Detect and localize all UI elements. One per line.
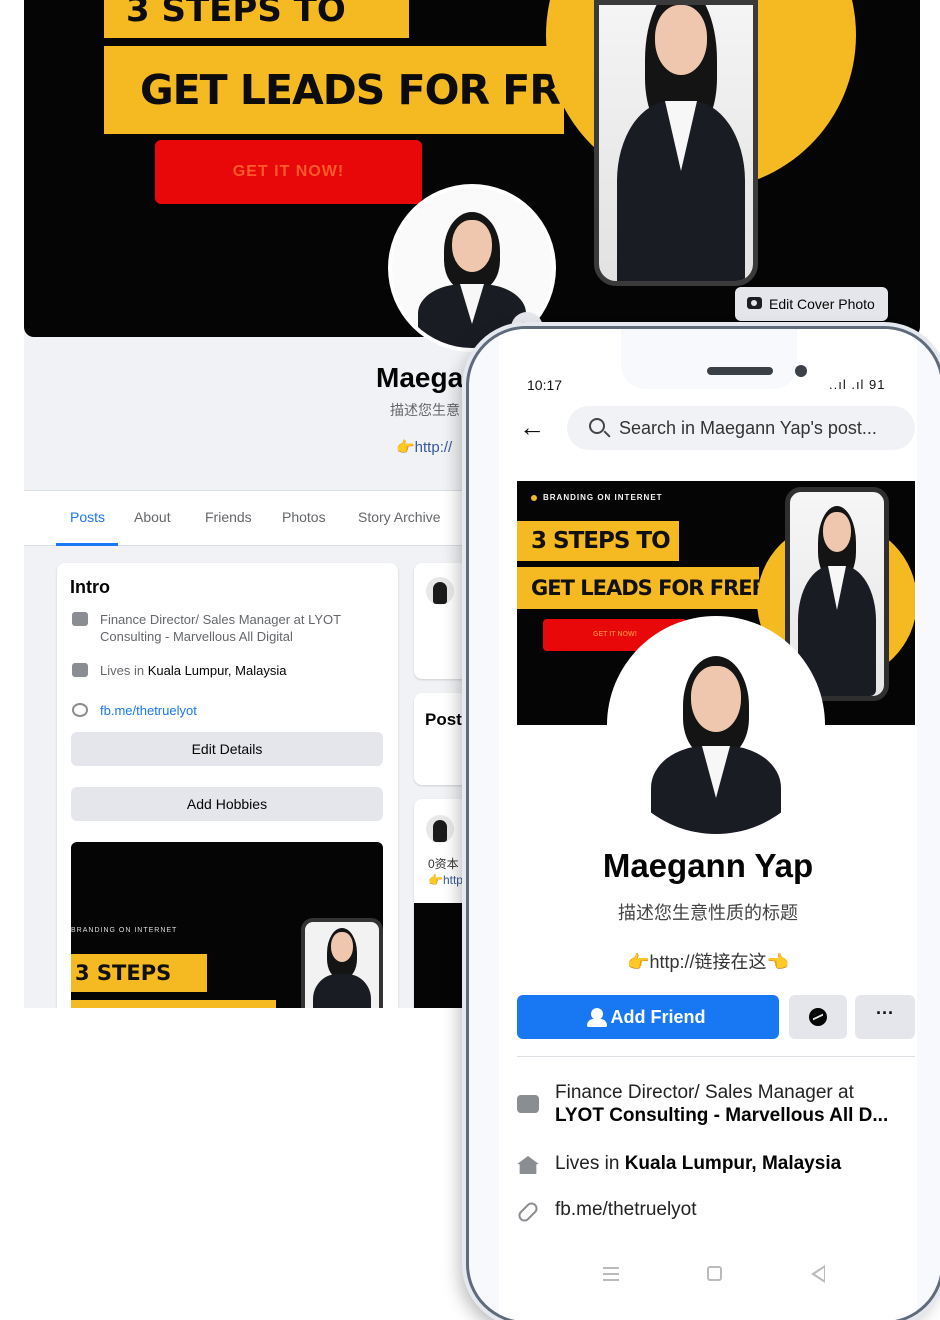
add-hobbies-button[interactable]: Add Hobbies (71, 787, 383, 821)
profile-link[interactable]: 👉http:// (396, 438, 452, 456)
mobile-profile-picture[interactable] (607, 616, 825, 834)
cover-tag: BRANDING ON INTERNET (531, 493, 663, 502)
intro-lives-city[interactable]: Kuala Lumpur, Malaysia (148, 663, 287, 678)
cover-cta-button: GET IT NOW! (155, 140, 422, 204)
square-icon[interactable] (707, 1266, 722, 1281)
featured-phone-mockup (301, 918, 383, 1008)
intro-link: fb.me/thetruelyot (70, 702, 390, 719)
post-preview-link: 👉http (428, 873, 463, 887)
cover-phone-mockup (594, 0, 758, 286)
cover-headline-top: 3 STEPS TO (104, 0, 409, 38)
mobile-work-line1: Finance Director/ Sales Manager at (555, 1082, 854, 1103)
add-person-icon (587, 1008, 607, 1027)
mobile-link-url[interactable]: fb.me/thetruelyot (555, 1199, 697, 1220)
intro-link-url[interactable]: fb.me/thetruelyot (100, 703, 197, 718)
status-time: 10:17 (527, 377, 563, 393)
add-friend-label: Add Friend (610, 1007, 706, 1027)
intro-title: Intro (70, 577, 110, 597)
mobile-link-row: fb.me/thetruelyot (515, 1198, 915, 1225)
intro-lives-prefix: Lives in (100, 663, 148, 678)
more-button[interactable]: ··· (855, 995, 915, 1039)
edit-cover-photo-button[interactable]: Edit Cover Photo (735, 287, 888, 321)
mobile-profile-screen: 10:17 ..ıl .ıl 91 ← Search in Maegann Ya… (499, 329, 917, 1320)
cover-headline-2: GET LEADS FOR FREE! (517, 567, 775, 609)
featured-image-headline: 3 STEPS TO (71, 954, 207, 1008)
android-nav-bar (499, 1259, 917, 1299)
phone-frame: 10:17 ..ıl .ıl 91 ← Search in Maegann Ya… (466, 326, 940, 1320)
avatar (426, 815, 454, 843)
globe-icon (72, 703, 88, 717)
posts-header-label: Posts (425, 710, 472, 729)
featured-image-tag: BRANDING ON INTERNET (71, 927, 178, 934)
messenger-icon (809, 1008, 827, 1026)
profile-description: 描述您生意 (390, 402, 460, 418)
avatar (426, 577, 454, 605)
triangle-back-icon[interactable] (811, 1265, 825, 1283)
mobile-work-line2[interactable]: LYOT Consulting - Marvellous All D... (555, 1105, 888, 1126)
tab-story-archive[interactable]: Story Archive (358, 509, 440, 525)
active-tab-indicator (56, 543, 118, 546)
tab-friends[interactable]: Friends (205, 509, 252, 525)
search-input[interactable]: Search in Maegann Yap's post... (567, 406, 915, 450)
tab-posts[interactable]: Posts (70, 509, 105, 525)
mobile-profile-name: Maegann Yap (602, 847, 814, 884)
cover-headline-1: 3 STEPS TO (517, 521, 679, 561)
featured-image[interactable]: BRANDING ON INTERNET 3 STEPS TO (71, 842, 383, 1008)
mobile-work-row: Finance Director/ Sales Manager at LYOT … (517, 1081, 915, 1127)
divider (517, 1056, 915, 1057)
cover-headline: GET LEADS FOR FREE! (104, 46, 633, 134)
profile-name: Maega (376, 362, 464, 393)
intro-work: Finance Director/ Sales Manager at LYOT … (70, 611, 390, 645)
home-icon (517, 1156, 539, 1174)
mobile-lives-city[interactable]: Kuala Lumpur, Malaysia (625, 1153, 841, 1174)
mobile-lives-row: Lives in Kuala Lumpur, Malaysia (517, 1152, 915, 1175)
mobile-lives-prefix: Lives in (555, 1153, 625, 1174)
composite-screenshot: 3 STEPS TO GET LEADS FOR FREE! GET IT NO… (0, 0, 940, 1320)
tab-photos[interactable]: Photos (282, 509, 326, 525)
link-icon (515, 1199, 541, 1225)
phone-notch (621, 329, 807, 389)
status-icons: ..ıl .ıl 91 (829, 377, 886, 392)
briefcase-icon (517, 1095, 539, 1113)
back-arrow-icon[interactable]: ← (519, 414, 545, 440)
menu-icon[interactable] (603, 1267, 619, 1281)
camera-icon (747, 297, 762, 309)
message-button[interactable] (789, 995, 847, 1039)
intro-lives: Lives in Kuala Lumpur, Malaysia (70, 662, 390, 679)
add-friend-button[interactable]: Add Friend (517, 995, 779, 1039)
edit-details-button[interactable]: Edit Details (71, 732, 383, 766)
intro-card: Intro Finance Director/ Sales Manager at… (57, 563, 398, 1008)
tab-about[interactable]: About (134, 509, 171, 525)
search-icon (589, 418, 605, 434)
cover-person-image (609, 5, 753, 281)
intro-work-text: Finance Director/ Sales Manager at LYOT … (100, 612, 341, 644)
mobile-profile-description: 描述您生意性质的标题 (618, 903, 798, 923)
edit-cover-label: Edit Cover Photo (769, 296, 875, 312)
more-icon: ··· (876, 1003, 894, 1023)
home-icon (72, 663, 88, 677)
briefcase-icon (72, 612, 88, 626)
post-preview-text: 0资本 (428, 857, 459, 871)
mobile-profile-link[interactable]: 👉http://链接在这👈 (499, 948, 917, 974)
